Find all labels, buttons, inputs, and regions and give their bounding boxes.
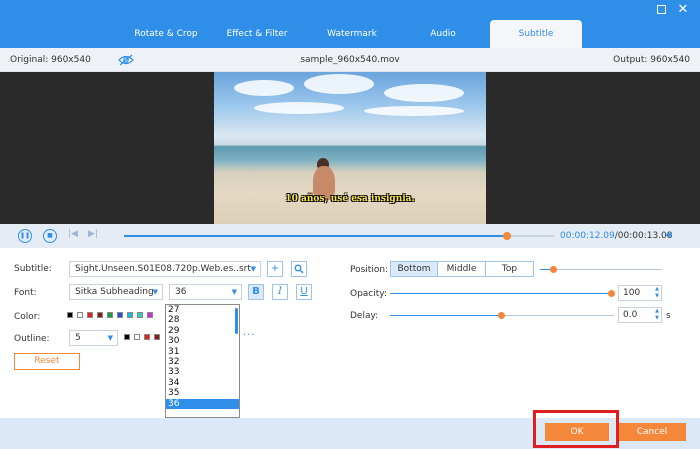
delay-label: Delay: bbox=[350, 311, 379, 321]
opacity-label: Opacity: bbox=[350, 289, 387, 299]
font-family-value: Sitka Subheading bbox=[75, 287, 154, 297]
font-size-option[interactable]: 35 bbox=[166, 388, 239, 398]
dropdown-scrollbar[interactable] bbox=[235, 308, 238, 334]
italic-button[interactable]: I bbox=[272, 284, 288, 300]
delay-slider[interactable] bbox=[390, 312, 614, 319]
progress-handle[interactable] bbox=[502, 232, 511, 240]
delay-value: 0.0 bbox=[623, 310, 638, 320]
tab-watermark[interactable]: Watermark bbox=[301, 20, 403, 48]
output-resolution: Output: 960x540 bbox=[613, 55, 690, 65]
opacity-slider[interactable] bbox=[390, 290, 615, 297]
delay-input[interactable]: 0.0 ▲ ▼ bbox=[618, 307, 662, 323]
position-top-button[interactable]: Top bbox=[486, 262, 533, 276]
total-time: /00:00:13.08 bbox=[614, 231, 673, 241]
time-display: 00:00:12.09/00:00:13.08 bbox=[560, 231, 673, 241]
opacity-value: 100 bbox=[623, 288, 641, 298]
maximize-icon[interactable] bbox=[654, 3, 668, 17]
tab-subtitle[interactable]: Subtitle bbox=[490, 20, 582, 48]
more-colors-button[interactable]: ··· bbox=[243, 330, 256, 341]
video-frame: 10 años, usé esa insignia. bbox=[214, 72, 486, 224]
chevron-down-icon: ▼ bbox=[250, 265, 256, 273]
font-size-option[interactable]: 27 bbox=[166, 305, 239, 315]
color-swatch[interactable] bbox=[67, 312, 73, 318]
color-swatch[interactable] bbox=[147, 312, 153, 318]
position-label: Position: bbox=[350, 265, 389, 275]
tab-rotate-crop[interactable]: Rotate & Crop bbox=[115, 20, 217, 48]
position-slider[interactable] bbox=[540, 266, 662, 273]
position-bottom-button[interactable]: Bottom bbox=[391, 262, 438, 276]
chevron-down-icon: ▼ bbox=[231, 288, 237, 296]
outline-color-swatch[interactable] bbox=[144, 334, 150, 340]
font-size-option[interactable]: 33 bbox=[166, 367, 239, 377]
position-middle-button[interactable]: Middle bbox=[438, 262, 486, 276]
opacity-stepper[interactable]: ▲ ▼ bbox=[655, 286, 659, 300]
subtitle-label: Subtitle: bbox=[14, 264, 52, 274]
font-size-select[interactable]: 36 ▼ bbox=[169, 284, 242, 300]
tab-effect-filter[interactable]: Effect & Filter bbox=[206, 20, 308, 48]
color-swatch[interactable] bbox=[137, 312, 143, 318]
ok-button[interactable]: OK bbox=[545, 423, 609, 441]
delay-stepper[interactable]: ▲ ▼ bbox=[655, 308, 659, 322]
font-size-option[interactable]: 32 bbox=[166, 357, 239, 367]
outline-width-select[interactable]: 5 ▼ bbox=[69, 330, 118, 346]
position-button-group: Bottom Middle Top bbox=[390, 261, 534, 277]
color-swatch[interactable] bbox=[117, 312, 123, 318]
delay-slider-handle[interactable] bbox=[498, 312, 505, 319]
bold-button[interactable]: B bbox=[248, 284, 264, 300]
outline-label: Outline: bbox=[14, 334, 50, 344]
add-subtitle-button[interactable]: + bbox=[267, 261, 283, 277]
pause-icon[interactable]: ❚❚ bbox=[18, 229, 32, 243]
font-size-option[interactable]: 30 bbox=[166, 336, 239, 346]
delay-unit: s bbox=[666, 311, 671, 321]
video-preview-area: 10 años, usé esa insignia. bbox=[0, 72, 700, 224]
chevron-down-icon: ▼ bbox=[107, 334, 113, 342]
playback-bar: ❚❚ ■ |◀ ▶| 00:00:12.09/00:00:13.08 🔊︎ bbox=[0, 224, 700, 248]
color-swatch[interactable] bbox=[77, 312, 83, 318]
file-name: sample_960x540.mov bbox=[300, 55, 400, 65]
cancel-button[interactable]: Cancel bbox=[618, 423, 686, 441]
outline-color-swatch[interactable] bbox=[154, 334, 160, 340]
reset-button[interactable]: Reset bbox=[14, 353, 80, 370]
font-size-option[interactable]: 29 bbox=[166, 326, 239, 336]
outline-width-value: 5 bbox=[75, 333, 81, 343]
stop-icon[interactable]: ■ bbox=[43, 229, 57, 243]
underline-button[interactable]: U bbox=[296, 284, 312, 300]
dialog-footer: OK Cancel bbox=[0, 418, 700, 449]
previous-frame-icon[interactable]: |◀ bbox=[68, 229, 78, 239]
color-swatch[interactable] bbox=[127, 312, 133, 318]
color-label: Color: bbox=[14, 312, 41, 322]
opacity-slider-handle[interactable] bbox=[608, 290, 615, 297]
font-size-dropdown-list: 27 28 29 30 31 32 33 34 35 36 bbox=[165, 304, 240, 418]
subtitle-overlay: 10 años, usé esa insignia. bbox=[285, 194, 415, 204]
title-bar: ✕ Rotate & Crop Effect & Filter Watermar… bbox=[0, 0, 700, 48]
font-size-option[interactable]: 28 bbox=[166, 315, 239, 325]
subtitle-file-select[interactable]: Sight.Unseen.S01E08.720p.Web.es..srt ▼ bbox=[69, 261, 261, 277]
progress-track[interactable] bbox=[124, 232, 554, 240]
info-bar: Original: 960x540 sample_960x540.mov Out… bbox=[0, 48, 700, 72]
search-subtitle-button[interactable] bbox=[291, 261, 307, 277]
progress-fill bbox=[124, 235, 507, 237]
volume-icon[interactable]: 🔊︎ bbox=[666, 230, 672, 241]
font-size-option[interactable]: 31 bbox=[166, 347, 239, 357]
subtitle-settings-panel: Subtitle: Sight.Unseen.S01E08.720p.Web.e… bbox=[0, 248, 700, 418]
font-size-option[interactable]: 36 bbox=[166, 398, 239, 409]
outline-color-swatch[interactable] bbox=[134, 334, 140, 340]
font-family-select[interactable]: Sitka Subheading ▼ bbox=[69, 284, 163, 300]
color-swatch[interactable] bbox=[87, 312, 93, 318]
tab-audio[interactable]: Audio bbox=[392, 20, 494, 48]
font-size-value: 36 bbox=[175, 287, 187, 297]
subtitle-file-value: Sight.Unseen.S01E08.720p.Web.es..srt bbox=[75, 264, 251, 274]
search-icon bbox=[294, 264, 304, 274]
next-frame-icon[interactable]: ▶| bbox=[88, 229, 98, 239]
opacity-input[interactable]: 100 ▲ ▼ bbox=[618, 285, 662, 301]
current-time: 00:00:12.09 bbox=[560, 231, 615, 241]
chevron-down-icon: ▼ bbox=[152, 288, 158, 296]
font-label: Font: bbox=[14, 288, 37, 298]
position-slider-handle[interactable] bbox=[550, 266, 557, 273]
color-swatch[interactable] bbox=[107, 312, 113, 318]
font-size-option[interactable]: 34 bbox=[166, 378, 239, 388]
outline-color-swatch[interactable] bbox=[124, 334, 130, 340]
color-swatch[interactable] bbox=[97, 312, 103, 318]
close-icon[interactable]: ✕ bbox=[676, 3, 690, 17]
